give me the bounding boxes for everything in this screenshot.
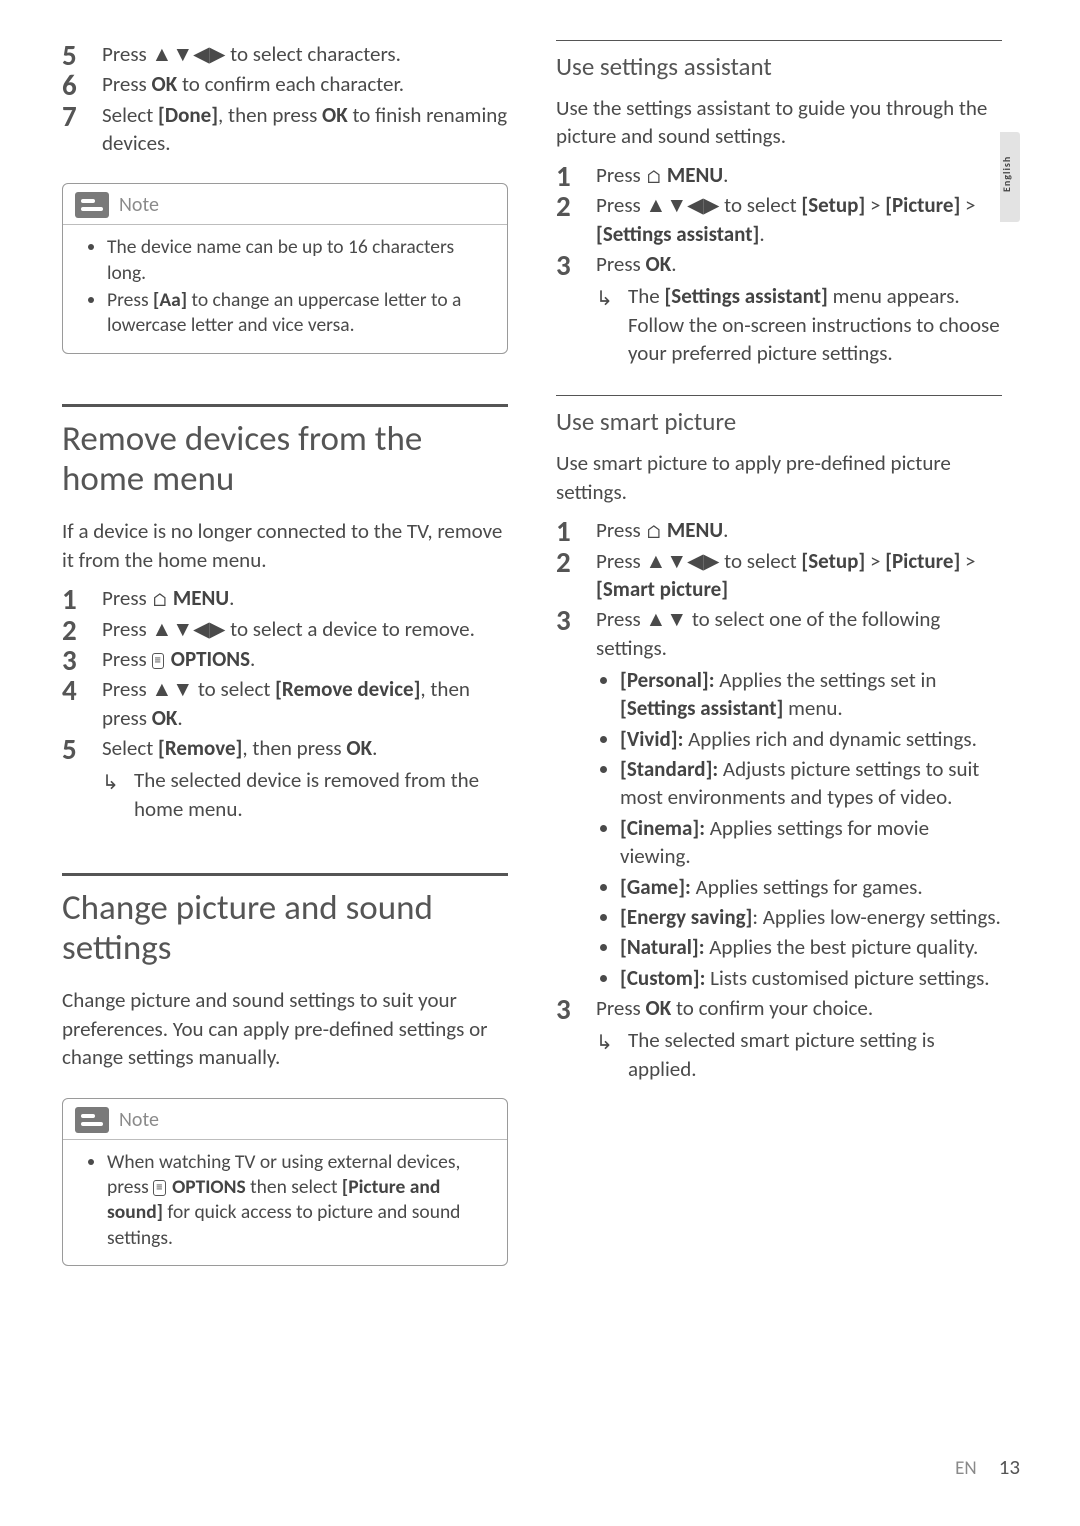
step-5: 5 Select [Remove], then press OK. ↳The s…: [62, 734, 508, 823]
top-step-list: 5 Press ▲▼◀▶ to select characters. 6 Pre…: [62, 40, 508, 157]
nav-icon: ▲▼: [646, 606, 688, 632]
remove-devices-intro: If a device is no longer connected to th…: [62, 517, 508, 574]
remove-devices-heading: Remove devices from the home menu: [62, 404, 508, 500]
step-2: 2 Press ▲▼◀▶ to select [Setup] > [Pictur…: [556, 191, 1002, 248]
remove-steps: 1 Press ⌂ MENU. 2 Press ▲▼◀▶ to select a…: [62, 584, 508, 823]
smart-picture-options: [Personal]: Applies the settings set in …: [596, 666, 1002, 992]
nav-icon: ▲▼◀▶: [646, 192, 720, 218]
step-1: 1 Press ⌂ MENU.: [556, 516, 1002, 545]
list-item: [Natural]: Applies the best picture qual…: [620, 933, 1002, 961]
page: 5 Press ▲▼◀▶ to select characters. 6 Pre…: [62, 40, 1002, 1306]
step-5: 5 Press ▲▼◀▶ to select characters.: [62, 40, 508, 68]
note-header: Note: [63, 184, 507, 224]
step-1: 1 Press ⌂ MENU.: [62, 584, 508, 613]
result: ↳ The [Settings assistant] menu appears.…: [596, 282, 1002, 367]
smart-picture-steps: 1 Press ⌂ MENU. 2 Press ▲▼◀▶ to select […: [556, 516, 1002, 1083]
options-icon: ≡: [152, 653, 164, 669]
result-arrow-icon: ↳: [596, 1030, 613, 1057]
note-body: When watching TV or using external devic…: [63, 1139, 507, 1265]
note-icon: [75, 1107, 109, 1133]
home-icon: ⌂: [152, 589, 169, 612]
note-label: Note: [119, 193, 159, 217]
list-item: [Custom]: Lists customised picture setti…: [620, 964, 1002, 992]
note-header: Note: [63, 1099, 507, 1139]
footer-page: 13: [999, 1454, 1020, 1480]
nav-icon: ▲▼◀▶: [646, 548, 720, 574]
change-settings-intro: Change picture and sound settings to sui…: [62, 986, 508, 1071]
step-3: 3 Press OK. ↳ The [Settings assistant] m…: [556, 250, 1002, 367]
note-body: The device name can be up to 16 characte…: [63, 224, 507, 352]
step-3a: 3 Press ▲▼ to select one of the followin…: [556, 605, 1002, 991]
result: ↳The selected smart picture setting is a…: [596, 1026, 1002, 1083]
footer: EN 13: [955, 1454, 1020, 1480]
list-item: [Cinema]: Applies settings for movie vie…: [620, 814, 1002, 871]
result-arrow-icon: ↳: [102, 770, 119, 797]
footer-lang: EN: [955, 1457, 977, 1480]
note-item: Press [Aa] to change an uppercase letter…: [107, 288, 485, 339]
step-3: 3 Press ≡ OPTIONS.: [62, 645, 508, 673]
list-item: [Vivid]: Applies rich and dynamic settin…: [620, 725, 1002, 753]
step-2: 2 Press ▲▼◀▶ to select [Setup] > [Pictur…: [556, 547, 1002, 604]
note-item: The device name can be up to 16 characte…: [107, 235, 485, 286]
list-item: [Personal]: Applies the settings set in …: [620, 666, 1002, 723]
note-box-1: Note The device name can be up to 16 cha…: [62, 183, 508, 353]
step-7: 7 Select [Done], then press OK to finish…: [62, 101, 508, 158]
options-icon: ≡: [153, 1180, 165, 1196]
smart-picture-intro: Use smart picture to apply pre-defined p…: [556, 449, 1002, 506]
smart-picture-heading: Use smart picture: [556, 395, 1002, 437]
step-3b: 3 Press OK to confirm your choice. ↳The …: [556, 994, 1002, 1083]
change-settings-heading: Change picture and sound settings: [62, 873, 508, 969]
language-tab: English: [1000, 132, 1020, 222]
note-label: Note: [119, 1108, 159, 1132]
step-2: 2 Press ▲▼◀▶ to select a device to remov…: [62, 615, 508, 643]
step-4: 4 Press ▲▼ to select [Remove device], th…: [62, 675, 508, 732]
right-column: Use settings assistant Use the settings …: [556, 40, 1002, 1306]
result: ↳The selected device is removed from the…: [102, 766, 508, 823]
list-item: [Game]: Applies settings for games.: [620, 873, 1002, 901]
step-6: 6 Press OK to confirm each character.: [62, 70, 508, 98]
result-arrow-icon: ↳: [596, 286, 613, 313]
note-item: When watching TV or using external devic…: [107, 1150, 485, 1251]
home-icon: ⌂: [646, 166, 663, 189]
list-item: [Energy saving]: Applies low-energy sett…: [620, 903, 1002, 931]
note-box-2: Note When watching TV or using external …: [62, 1098, 508, 1266]
step-1: 1 Press ⌂ MENU.: [556, 161, 1002, 190]
settings-assistant-heading: Use settings assistant: [556, 40, 1002, 82]
home-icon: ⌂: [646, 521, 663, 544]
note-icon: [75, 192, 109, 218]
nav-icon: ▲▼: [152, 676, 194, 702]
nav-icon: ▲▼◀▶: [152, 616, 226, 642]
left-column: 5 Press ▲▼◀▶ to select characters. 6 Pre…: [62, 40, 508, 1306]
settings-assistant-steps: 1 Press ⌂ MENU. 2 Press ▲▼◀▶ to select […: [556, 161, 1002, 368]
nav-icon: ▲▼◀▶: [152, 41, 226, 67]
settings-assistant-intro: Use the settings assistant to guide you …: [556, 94, 1002, 151]
list-item: [Standard]: Adjusts picture settings to …: [620, 755, 1002, 812]
